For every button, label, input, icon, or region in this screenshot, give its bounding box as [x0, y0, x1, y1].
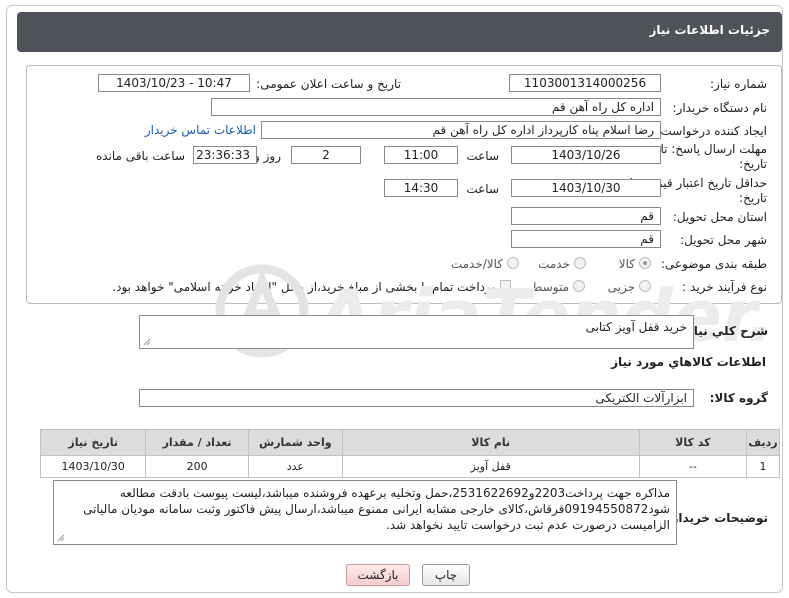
purchase-radio-medium[interactable]: [573, 280, 585, 292]
goods-quantity: 200: [145, 455, 249, 478]
purchase-option-minor: جزیی: [607, 280, 635, 294]
reply-time-field[interactable]: 11:00: [384, 146, 458, 164]
announce-value: 1403/10/23 - 10:47: [116, 76, 232, 90]
days-label: روز و: [254, 149, 281, 163]
buyer-contact-link[interactable]: اطلاعات تماس خریدار: [145, 123, 256, 137]
goods-table-header: ردیف کد کالا نام کالا واحد شمارش تعداد /…: [39, 429, 780, 456]
treasury-payment-checkbox[interactable]: [500, 280, 511, 291]
buyer-notes-line-1: مذاکره جهت پرداخت2203و2531622692،حمل وتخ…: [119, 486, 670, 500]
goods-table: ردیف کد کالا نام کالا واحد شمارش تعداد /…: [39, 429, 780, 478]
goods-group-field[interactable]: ابزارآلات الکتریکی: [139, 389, 694, 407]
creator-label: ایجاد کننده درخواست:: [656, 124, 767, 138]
province-field[interactable]: قم: [511, 207, 661, 225]
col-need-date: تاریخ نیاز: [39, 429, 147, 456]
reply-date-label: تاریخ:: [739, 157, 767, 171]
province-label: استان محل تحویل:: [672, 210, 767, 224]
reply-date-field[interactable]: 1403/10/26: [511, 146, 661, 164]
category-radio-service[interactable]: [574, 257, 586, 269]
resize-grip-icon[interactable]: [143, 338, 151, 346]
remaining-label: ساعت باقی مانده: [95, 149, 185, 163]
validity-time-label: ساعت: [466, 182, 499, 196]
purchase-radio-minor[interactable]: [639, 280, 651, 292]
reply-time-label: ساعت: [466, 149, 499, 163]
summary-label: شرح کلي نياز:: [682, 324, 768, 338]
days-field[interactable]: 2: [291, 146, 361, 164]
buyer-label: نام دستگاه خریدار:: [672, 101, 768, 115]
need-number-label: شماره نیاز:: [710, 77, 767, 91]
print-button[interactable]: چاپ: [422, 564, 470, 586]
city-label: شهر محل تحویل:: [680, 233, 767, 247]
goods-name: قفل آویز: [341, 455, 640, 478]
col-quantity: تعداد / مقدار: [145, 429, 249, 456]
page-title: جزئیات اطلاعات نیاز: [649, 23, 770, 37]
col-goods-name: نام کالا: [341, 429, 640, 456]
goods-group-label: گروه کالا:: [709, 391, 768, 405]
goods-heading: اطلاعات کالاهاي مورد نياز: [611, 355, 766, 369]
back-button[interactable]: بازگشت: [346, 564, 410, 586]
need-info-section: شماره نیاز: 1103001314000256 تاریخ و ساع…: [26, 65, 782, 304]
need-number-field[interactable]: 1103001314000256: [509, 74, 661, 92]
category-option-goods-service: کالا/خدمت: [450, 257, 503, 271]
summary-textarea[interactable]: خرید قفل آویز کتابی: [139, 315, 694, 349]
purchase-option-medium: متوسط: [531, 280, 569, 294]
reply-deadline-label: مهلت ارسال پاسخ: تا: [660, 142, 767, 156]
goods-unit: عدد: [247, 455, 343, 478]
col-goods-code: کد کالا: [638, 429, 748, 456]
buyer-notes-textarea[interactable]: مذاکره جهت پرداخت2203و2531622692،حمل وتخ…: [53, 480, 677, 545]
table-row[interactable]: 1 -- قفل آویز عدد 200 1403/10/30: [39, 455, 780, 478]
purchase-type-label: نوع فرآیند خرید :: [682, 280, 767, 294]
page-frame: جزئیات اطلاعات نیاز شماره نیاز: 11030013…: [6, 5, 783, 593]
buyer-notes-line-2: شود09194550872قرقاش،کالای خارجی مشابه ای…: [83, 502, 670, 516]
treasury-payment-note: پرداخت تمام یا بخشی از مبلغ خرید،از محل …: [112, 280, 495, 294]
validity-date-label: تاریخ:: [739, 191, 767, 205]
announce-field[interactable]: 1403/10/23 - 10:47: [98, 74, 250, 92]
buyer-field[interactable]: اداره کل راه آهن قم: [211, 98, 661, 116]
category-radio-goods[interactable]: [639, 257, 651, 269]
remaining-time-field[interactable]: 23:36:33: [193, 146, 257, 164]
category-option-service: خدمت: [538, 257, 570, 271]
category-label: طبقه بندی موضوعی:: [660, 257, 767, 271]
row-number: 1: [746, 455, 780, 478]
summary-text: خرید قفل آویز کتابی: [585, 320, 687, 334]
validity-time-field[interactable]: 14:30: [384, 179, 458, 197]
buyer-notes-line-3: الزامیست درصورت عدم ثبت درخواست تایید نخ…: [385, 518, 670, 532]
city-field[interactable]: قم: [511, 230, 661, 248]
resize-grip-icon[interactable]: [57, 534, 65, 542]
category-option-goods: کالا: [618, 257, 635, 271]
creator-field[interactable]: رضا اسلام پناه کارپرداز اداره کل راه آهن…: [261, 121, 661, 139]
buyer-notes-label: توضیحات خریدار:: [666, 511, 768, 525]
col-unit: واحد شمارش: [247, 429, 343, 456]
validity-date-field[interactable]: 1403/10/30: [511, 179, 661, 197]
announce-label: تاریخ و ساعت اعلان عمومی:: [256, 77, 401, 91]
title-bar: جزئیات اطلاعات نیاز: [17, 12, 782, 52]
col-row-number: ردیف: [746, 429, 780, 456]
category-radio-goods-service[interactable]: [507, 257, 519, 269]
goods-code: --: [638, 455, 748, 478]
goods-need-date: 1403/10/30: [39, 455, 147, 478]
